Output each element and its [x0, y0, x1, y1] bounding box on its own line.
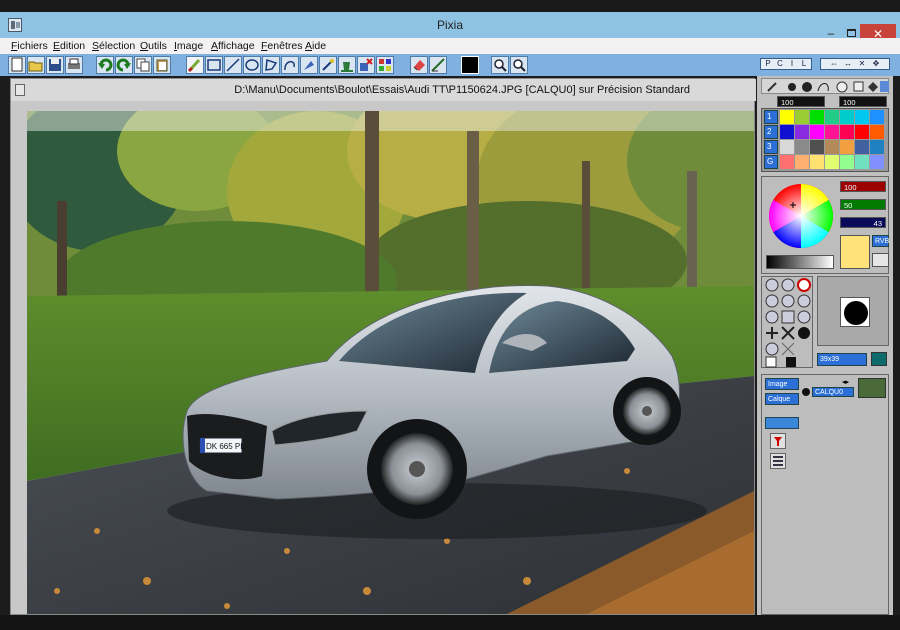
palette-row-g[interactable]: G [764, 155, 778, 169]
color-picker: 100 50 43 RVB [761, 176, 889, 274]
layer-list-icon[interactable] [770, 453, 786, 469]
menu-aide[interactable]: Aide [305, 40, 326, 52]
license-plate-text: DK 665 PL [206, 442, 245, 451]
document-title-bar[interactable]: D:\Manu\Documents\Boulot\Essais\Audi TT\… [11, 79, 756, 101]
rgb-mode-button[interactable]: RVB [872, 235, 889, 247]
blue-value[interactable]: 43 [840, 217, 886, 228]
tab-i[interactable]: I [786, 59, 798, 69]
lasso-icon[interactable] [262, 56, 280, 74]
menu-fichiers[interactable]: Fichiers [11, 40, 48, 52]
magic-wand-icon[interactable] [319, 56, 337, 74]
expand-icon[interactable]: ↔ [841, 59, 855, 69]
top-frame [0, 0, 900, 12]
brush-type-row [761, 78, 889, 94]
undo-icon[interactable] [96, 56, 114, 74]
toolbar: PCIL ⇔ ↔ ✕ ✥ [0, 54, 900, 76]
smudge-icon[interactable] [429, 56, 447, 74]
maximize-icon [846, 29, 856, 37]
redo-icon[interactable] [115, 56, 133, 74]
layer-name[interactable]: CALQU0 [812, 387, 854, 397]
curve-lasso-icon[interactable] [281, 56, 299, 74]
panel-tabs: PCIL [760, 58, 812, 70]
grid-icon[interactable] [376, 56, 394, 74]
layer-thumbnail [858, 378, 886, 398]
panel-close-icon[interactable]: ✕ [855, 59, 869, 69]
zoom-out-icon[interactable] [510, 56, 528, 74]
layer-visible-icon[interactable] [802, 388, 810, 396]
calque-tab[interactable]: Calque [765, 393, 799, 405]
pin-tool-icon[interactable] [770, 433, 786, 449]
line-icon[interactable] [224, 56, 242, 74]
brush-size-b[interactable]: 100 [839, 96, 887, 107]
palette-row-1[interactable]: 1 [764, 110, 778, 124]
palette-row-2[interactable]: 2 [764, 125, 778, 139]
color-palette: 1 2 3 G [761, 108, 889, 172]
tab-l[interactable]: L [798, 59, 810, 69]
save-icon[interactable] [46, 56, 64, 74]
bucket-icon[interactable] [338, 56, 356, 74]
menu-fenetres[interactable]: Fenêtres [261, 40, 302, 52]
red-value[interactable]: 100 [840, 181, 886, 192]
collapse-icon[interactable]: ⇔ [827, 59, 841, 69]
brush-icon[interactable] [186, 56, 204, 74]
current-color-swatch[interactable] [840, 235, 870, 269]
menu-outils[interactable]: Outils [140, 40, 167, 52]
print-icon[interactable] [65, 56, 83, 74]
app-window: Pixia – ✕ Fichiers Edition Sélection Out… [0, 0, 900, 630]
fill-icon[interactable] [300, 56, 318, 74]
green-value[interactable]: 50 [840, 199, 886, 210]
layer-arrow-icon[interactable]: ◂▸ [842, 378, 850, 386]
document-icon[interactable] [15, 84, 25, 96]
ellipse-icon[interactable] [243, 56, 261, 74]
eraser-icon[interactable] [410, 56, 428, 74]
image-tab[interactable]: Image [765, 378, 799, 390]
photo-svg: DK 665 PL [27, 111, 754, 614]
transform-icon[interactable] [357, 56, 375, 74]
menu-affichage[interactable]: Affichage [211, 40, 255, 52]
canvas-photo[interactable]: DK 665 PL [27, 111, 754, 614]
tab-c[interactable]: C [774, 59, 786, 69]
brush-tip-icon [844, 301, 868, 325]
paste-icon[interactable] [153, 56, 171, 74]
menu-image[interactable]: Image [174, 40, 203, 52]
layer-blend-bar[interactable] [765, 417, 799, 429]
palette-row-3[interactable]: 3 [764, 140, 778, 154]
palette-swatches[interactable] [780, 109, 888, 171]
folder-icon[interactable] [872, 253, 889, 267]
menu-bar: Fichiers Edition Sélection Outils Image … [0, 38, 900, 54]
title-bar[interactable]: Pixia – ✕ [0, 12, 900, 44]
brush-options-icon[interactable] [871, 352, 887, 366]
brush-preview [817, 276, 889, 346]
tab-p[interactable]: P [762, 59, 774, 69]
brush-size-a[interactable]: 100 [777, 96, 825, 107]
layer-row[interactable]: ◂▸ CALQU0 [802, 378, 888, 400]
rectangle-icon[interactable] [205, 56, 223, 74]
window-title: Pixia [436, 18, 463, 32]
brush-shape-grid[interactable] [762, 277, 814, 369]
document-title: D:\Manu\Documents\Boulot\Essais\Audi TT\… [234, 84, 690, 96]
zoom-in-icon[interactable] [491, 56, 509, 74]
move-icon[interactable]: ✥ [869, 59, 883, 69]
brush-preview-box [840, 297, 870, 327]
menu-selection[interactable]: Sélection [92, 40, 135, 52]
bottom-frame [0, 615, 900, 630]
brush-shapes [761, 276, 813, 368]
foreground-color-swatch[interactable] [461, 56, 479, 74]
copy-icon[interactable] [134, 56, 152, 74]
right-panel: 100 100 1 2 3 G 100 50 43 RVB 39x39 Imag… [757, 76, 893, 615]
brightness-slider[interactable] [766, 255, 834, 269]
panel-controls: ⇔ ↔ ✕ ✥ [820, 58, 890, 70]
document-window: D:\Manu\Documents\Boulot\Essais\Audi TT\… [10, 78, 756, 615]
layers-panel: Image Calque ◂▸ CALQU0 [761, 374, 889, 615]
brush-size-label: 39x39 [817, 353, 867, 366]
new-file-icon[interactable] [8, 56, 26, 74]
color-wheel[interactable] [766, 181, 836, 251]
menu-edition[interactable]: Edition [53, 40, 85, 52]
open-icon[interactable] [27, 56, 45, 74]
